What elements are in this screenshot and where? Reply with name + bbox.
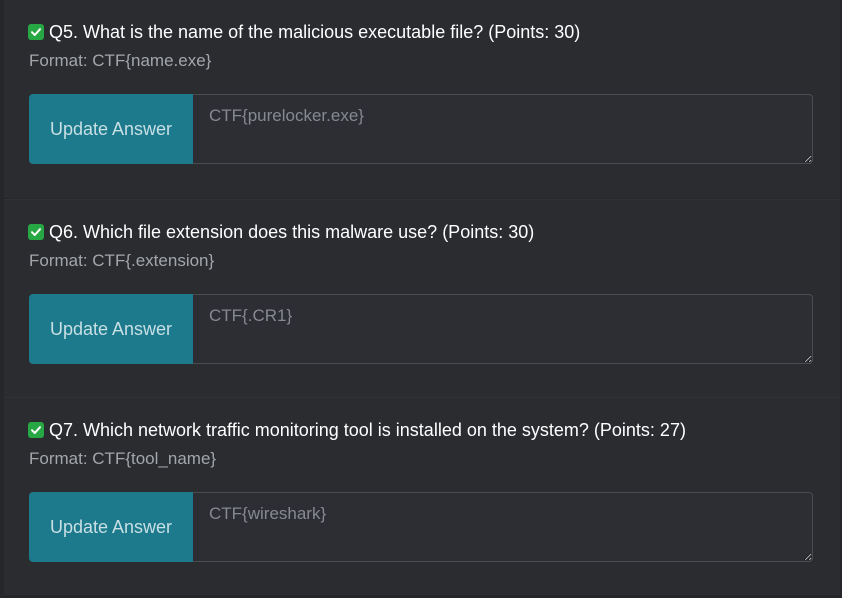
answer-textarea[interactable] [193,94,813,164]
answer-input-group: Update Answer [29,492,813,562]
answer-format-hint: Format: CTF{name.exe} [29,51,212,70]
question-title: Q5. What is the name of the malicious ex… [49,21,581,42]
question-card-q7: Q7. Which network traffic monitoring too… [4,397,840,595]
update-answer-button[interactable]: Update Answer [29,294,193,364]
question-card-q5: Q5. What is the name of the malicious ex… [4,0,840,198]
question-title: Q6. Which file extension does this malwa… [49,221,535,242]
questions-page: Q5. What is the name of the malicious ex… [0,0,842,598]
question-title-row: Q7. Which network traffic monitoring too… [28,418,686,442]
check-square-icon [28,224,44,240]
answer-format-hint: Format: CTF{.extension} [29,251,215,270]
answer-input-group: Update Answer [29,294,813,364]
answer-format-hint: Format: CTF{tool_name} [29,449,217,468]
question-title-row: Q6. Which file extension does this malwa… [28,220,534,244]
check-square-icon [28,24,44,40]
update-answer-button[interactable]: Update Answer [29,94,193,164]
answer-input-group: Update Answer [29,94,813,164]
update-answer-button[interactable]: Update Answer [29,492,193,562]
question-title: Q7. Which network traffic monitoring too… [49,419,686,440]
check-square-icon [28,422,44,438]
answer-textarea[interactable] [193,492,813,562]
question-title-row: Q5. What is the name of the malicious ex… [28,20,580,44]
question-card-q6: Q6. Which file extension does this malwa… [4,199,840,397]
answer-textarea[interactable] [193,294,813,364]
